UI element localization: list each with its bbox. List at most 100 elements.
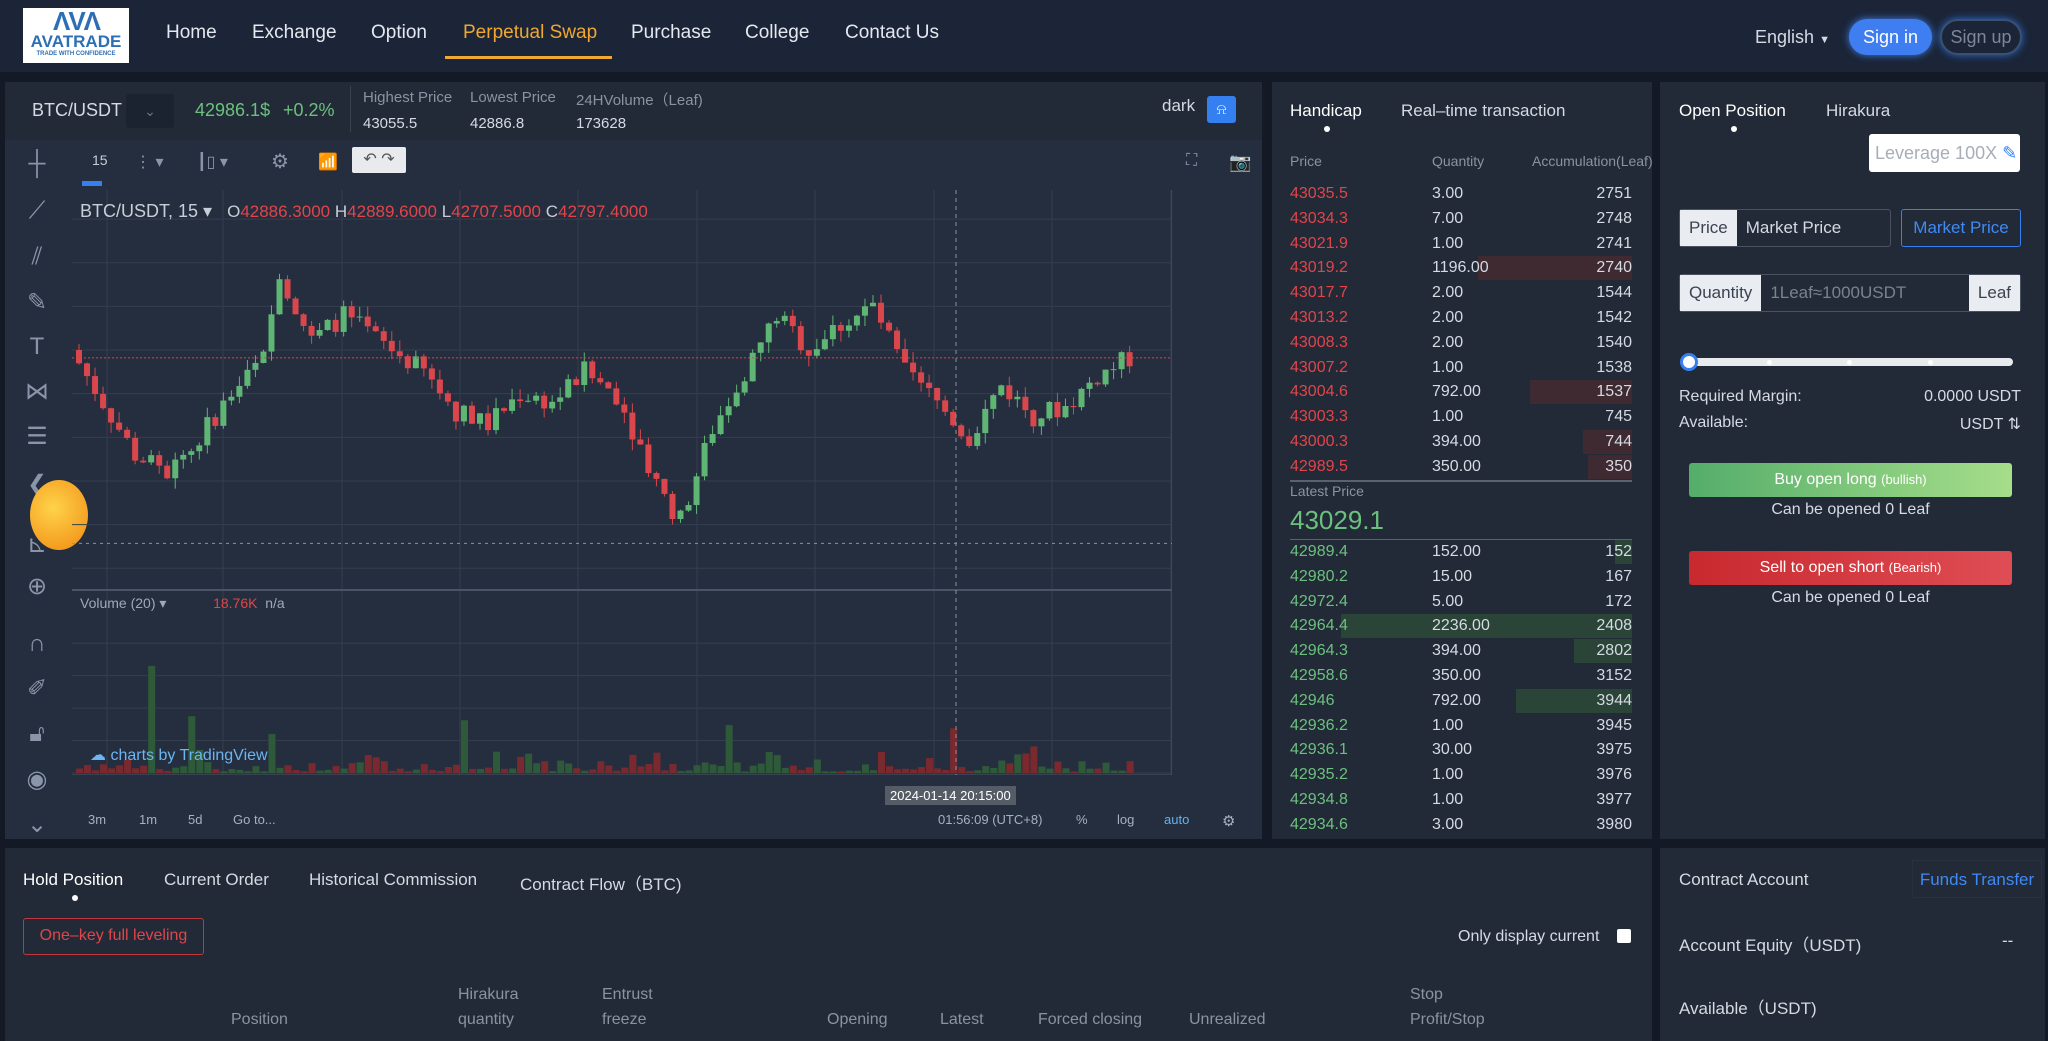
bid-row[interactable]: 42964.4 2236.00 2408 bbox=[1290, 614, 1632, 639]
buy-open-long-button[interactable]: Buy open long (bullish) bbox=[1689, 463, 2012, 497]
ask-row[interactable]: 43034.3 7.00 2748 bbox=[1290, 207, 1632, 231]
row-price: 43003.3 bbox=[1290, 408, 1348, 426]
avatrade-logo[interactable]: ΛVΛ AVATRADE TRADE WITH CONFIDENCE bbox=[23, 8, 129, 63]
pattern-icon[interactable]: ⋈ bbox=[22, 377, 52, 406]
lamp-icon[interactable]: ⍾ bbox=[1207, 96, 1236, 123]
interval-selector[interactable]: 15 bbox=[92, 152, 108, 168]
symbol-interval[interactable]: BTC/USDT, 15 bbox=[80, 201, 198, 221]
candle-body bbox=[685, 505, 692, 511]
undo-redo-buttons[interactable]: ↶ ↷ bbox=[352, 147, 406, 173]
nav-contact-us[interactable]: Contact Us bbox=[845, 22, 939, 44]
only-display-current-checkbox[interactable] bbox=[1617, 929, 1631, 943]
market-price-button[interactable]: Market Price bbox=[1901, 209, 2021, 247]
tab-hold-position[interactable]: Hold Position bbox=[23, 870, 123, 890]
range-3m[interactable]: 3m bbox=[88, 812, 106, 827]
bid-row[interactable]: 42989.4 152.00 152 bbox=[1290, 540, 1632, 564]
lock-drawing-icon[interactable]: ✐ bbox=[22, 674, 52, 703]
bid-row[interactable]: 42964.3 394.00 2802 bbox=[1290, 639, 1632, 664]
candlestick-chart[interactable]: 43300.000043200.000043100.000043000.0000… bbox=[72, 190, 1172, 775]
nav-exchange[interactable]: Exchange bbox=[252, 22, 337, 44]
fib-icon[interactable]: ☰ bbox=[22, 422, 52, 451]
text-tool-icon[interactable]: T bbox=[22, 333, 52, 361]
ask-row[interactable]: 43004.6 792.00 1537 bbox=[1290, 380, 1632, 405]
crosshair-icon[interactable]: ┼ bbox=[22, 150, 52, 178]
ask-row[interactable]: 43007.2 1.00 1538 bbox=[1290, 356, 1632, 380]
trend-line-icon[interactable]: ⟋ bbox=[22, 197, 52, 225]
candle-body bbox=[517, 399, 524, 402]
bid-row[interactable]: 42936.2 1.00 3945 bbox=[1290, 714, 1632, 738]
auto-toggle[interactable]: auto bbox=[1164, 812, 1189, 827]
nav-home[interactable]: Home bbox=[166, 22, 217, 44]
magnet-icon[interactable]: ∩ bbox=[22, 630, 52, 658]
bid-row[interactable]: 42935.2 1.00 3976 bbox=[1290, 763, 1632, 787]
unlock-icon[interactable]: 🔓︎ bbox=[22, 720, 52, 748]
theme-label[interactable]: dark bbox=[1162, 96, 1195, 116]
ask-row[interactable]: 43008.3 2.00 1540 bbox=[1290, 331, 1632, 355]
tab-open-position[interactable]: Open Position bbox=[1679, 101, 1786, 121]
pitchfork-icon[interactable]: ⫽ bbox=[22, 243, 52, 271]
one-key-full-leveling-button[interactable]: One–key full leveling bbox=[23, 918, 204, 955]
bid-row[interactable]: 42934.6 3.00 3980 bbox=[1290, 813, 1632, 837]
ask-row[interactable]: 42989.5 350.00 350 bbox=[1290, 454, 1632, 479]
tab-realtime-transaction[interactable]: Real–time transaction bbox=[1401, 101, 1565, 121]
chart-settings-icon[interactable]: ⚙ bbox=[1222, 812, 1235, 830]
bid-row[interactable]: 42934.8 1.00 3977 bbox=[1290, 788, 1632, 812]
nav-college[interactable]: College bbox=[745, 22, 809, 44]
quantity-field[interactable]: Quantity 1Leaf≈1000USDT Leaf bbox=[1679, 274, 2021, 312]
ask-row[interactable]: 43013.2 2.00 1542 bbox=[1290, 306, 1632, 330]
bid-row[interactable]: 42972.4 5.00 172 bbox=[1290, 590, 1632, 614]
funds-transfer-button[interactable]: Funds Transfer bbox=[1912, 860, 2042, 898]
ask-row[interactable]: 43019.2 1196.00 2740 bbox=[1290, 256, 1632, 281]
volume-bar bbox=[1078, 761, 1086, 773]
log-toggle[interactable]: log bbox=[1117, 812, 1134, 827]
sign-in-button[interactable]: Sign in bbox=[1849, 19, 1932, 55]
nav-option[interactable]: Option bbox=[371, 22, 427, 44]
bid-row[interactable]: 42936.1 30.00 3975 bbox=[1290, 738, 1632, 762]
leverage-input[interactable]: Leverage 100X ✎ bbox=[1869, 134, 2020, 172]
tab-handicap[interactable]: Handicap bbox=[1290, 101, 1362, 121]
eye-icon[interactable]: ◉ bbox=[22, 765, 52, 794]
ask-row[interactable]: 43000.3 394.00 744 bbox=[1290, 430, 1632, 454]
collapse-icon[interactable]: ⌄ bbox=[22, 810, 52, 839]
ask-row[interactable]: 43003.3 1.00 745 bbox=[1290, 405, 1632, 429]
slider-handle[interactable] bbox=[1680, 353, 1698, 371]
undo-icon[interactable]: ↶ bbox=[363, 151, 376, 168]
camera-icon[interactable]: 📷 bbox=[1229, 152, 1251, 173]
settings-icon[interactable]: ⚙ bbox=[271, 149, 289, 174]
bid-row[interactable]: 42958.6 350.00 3152 bbox=[1290, 664, 1632, 688]
range-5d[interactable]: 5d bbox=[188, 812, 202, 827]
bid-row[interactable]: 42980.2 15.00 167 bbox=[1290, 565, 1632, 589]
sign-up-button[interactable]: Sign up bbox=[1940, 19, 2022, 55]
bid-row[interactable]: 42946 792.00 3944 bbox=[1290, 688, 1632, 713]
transfer-icon[interactable]: ⇅ bbox=[2008, 416, 2021, 433]
zoom-in-icon[interactable]: ⊕ bbox=[22, 572, 52, 601]
redo-icon[interactable]: ↷ bbox=[381, 151, 394, 168]
nav-perpetual-swap[interactable]: Perpetual Swap bbox=[463, 22, 597, 44]
more-intervals-icon[interactable]: ⋮ ▾ bbox=[135, 152, 163, 172]
tab-contract-flow[interactable]: Contract Flow（BTC) bbox=[520, 870, 682, 895]
price-field[interactable]: Price Market Price bbox=[1679, 209, 1891, 247]
quantity-input[interactable]: 1Leaf≈1000USDT bbox=[1761, 275, 1969, 311]
sell-open-short-button[interactable]: Sell to open short (Bearish) bbox=[1689, 551, 2012, 585]
indicators-icon[interactable]: 📶 bbox=[318, 152, 338, 172]
tradingview-watermark[interactable]: ☁ charts by TradingView bbox=[90, 745, 268, 765]
volume-bar bbox=[741, 771, 749, 773]
candle-type-icon[interactable]: ┃▯ ▾ bbox=[197, 152, 228, 172]
tab-historical-commission[interactable]: Historical Commission bbox=[309, 870, 477, 890]
nav-purchase[interactable]: Purchase bbox=[631, 22, 711, 44]
volume-indicator-label[interactable]: Volume (20) bbox=[80, 595, 155, 611]
ask-row[interactable]: 43021.9 1.00 2741 bbox=[1290, 232, 1632, 256]
candle-body bbox=[132, 437, 139, 461]
symbol-dropdown[interactable]: ⌄ bbox=[126, 94, 174, 128]
goto-button[interactable]: Go to... bbox=[233, 812, 276, 827]
ask-row[interactable]: 43017.7 2.00 1544 bbox=[1290, 281, 1632, 305]
percent-toggle[interactable]: % bbox=[1076, 812, 1088, 827]
tab-hirakura[interactable]: Hirakura bbox=[1826, 101, 1890, 121]
tab-current-order[interactable]: Current Order bbox=[164, 870, 269, 890]
ask-row[interactable]: 43035.5 3.00 2751 bbox=[1290, 182, 1632, 206]
range-1m[interactable]: 1m bbox=[139, 812, 157, 827]
fullscreen-icon[interactable]: ⛶ bbox=[1186, 152, 1197, 170]
brush-icon[interactable]: ✎ bbox=[22, 288, 52, 317]
buy-capacity: Can be opened 0 Leaf bbox=[1771, 501, 1930, 518]
language-selector[interactable]: English ▼ bbox=[1755, 27, 1830, 48]
